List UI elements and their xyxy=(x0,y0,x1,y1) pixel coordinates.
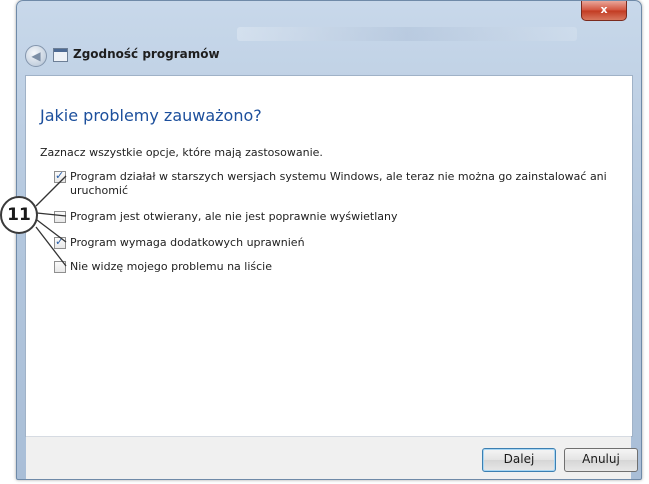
next-button[interactable]: Dalej xyxy=(482,448,556,472)
cancel-button[interactable]: Anuluj xyxy=(564,448,638,472)
step-number-badge: 11 xyxy=(0,196,38,234)
annotation-leader-lines xyxy=(35,175,67,267)
